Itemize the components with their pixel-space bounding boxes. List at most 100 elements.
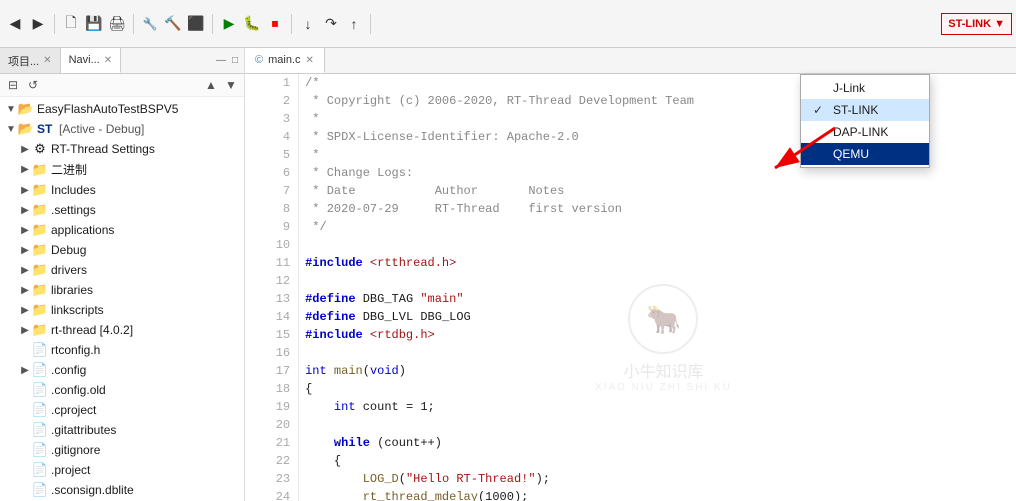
dropdown-item-jlink[interactable]: J-Link: [801, 77, 929, 99]
tree-item-applications[interactable]: ▶ 📁 applications: [0, 220, 244, 240]
line-num-17: 17: [245, 362, 299, 380]
toolbar-debug[interactable]: 🐛: [241, 13, 263, 35]
tab-navi-close[interactable]: ✕: [104, 55, 112, 66]
line-code-8: * 2020-07-29 RT-Thread first version: [299, 200, 1016, 218]
tree-item-rtthread-lib[interactable]: ▶ 📁 rt-thread [4.0.2]: [0, 320, 244, 340]
toolbar-stop[interactable]: ⏹: [264, 13, 286, 35]
line-num-19: 19: [245, 398, 299, 416]
stlink-check: ✓: [813, 103, 827, 117]
toolbar-step-in[interactable]: ↓: [297, 13, 319, 35]
tree-item-project[interactable]: ▶ 📄 .project: [0, 460, 244, 480]
tree-item-cproject[interactable]: ▶ 📄 .cproject: [0, 400, 244, 420]
tree-item-sconsign[interactable]: ▶ 📄 .sconsign.dblite: [0, 480, 244, 500]
tab-main-c-label: main.c: [268, 54, 300, 66]
panel-tab-controls: — □: [210, 48, 244, 73]
line-num-5: 5: [245, 146, 299, 164]
sep-2: [133, 14, 134, 34]
line-code-19: int count = 1;: [299, 398, 1016, 416]
toolbar-group-probe: ST-LINK ▼: [941, 13, 1012, 35]
panel-maximize[interactable]: □: [230, 54, 240, 67]
icon-includes: 📁: [32, 182, 48, 198]
line-code-12: [299, 272, 1016, 290]
tab-project[interactable]: 项目... ✕: [0, 48, 61, 73]
icon-linkscripts: 📁: [32, 302, 48, 318]
tree-item-drivers[interactable]: ▶ 📁 drivers: [0, 260, 244, 280]
tree-container[interactable]: ▼ 📂 EasyFlashAutoTestBSPV5 ▼ 📂 ST [Activ…: [0, 97, 244, 501]
tree-item-easyflash[interactable]: ▼ 📂 EasyFlashAutoTestBSPV5: [0, 99, 244, 119]
dropdown-item-stlink[interactable]: ✓ ST-LINK: [801, 99, 929, 121]
tree-scroll-down[interactable]: ▼: [222, 76, 240, 94]
tree-item-config[interactable]: ▶ 📄 .config: [0, 360, 244, 380]
tree-refresh[interactable]: ↺: [24, 76, 42, 94]
jlink-label: J-Link: [833, 81, 865, 95]
tab-main-c-close[interactable]: ✕: [306, 55, 314, 66]
tree-item-settings[interactable]: ▶ 📁 .settings: [0, 200, 244, 220]
panel-minimize[interactable]: —: [214, 54, 228, 67]
label-sconsign: .sconsign.dblite: [51, 483, 240, 497]
icon-project: 📄: [32, 462, 48, 478]
toolbar-clean[interactable]: ⬛: [185, 13, 207, 35]
label-project: .project: [51, 463, 240, 477]
tab-navi-label: Navi...: [69, 54, 100, 66]
toolbar-build[interactable]: 🔧: [139, 13, 161, 35]
tree-collapse-all[interactable]: ⊟: [4, 76, 22, 94]
tree-item-rtthread-settings[interactable]: ▶ ⚙ RT-Thread Settings: [0, 139, 244, 159]
arrow-includes: ▶: [18, 185, 32, 196]
line-num-21: 21: [245, 434, 299, 452]
dropdown-item-daplink[interactable]: DAP-LINK: [801, 121, 929, 143]
toolbar-btn-back[interactable]: ◀: [4, 13, 26, 35]
label-config: .config: [51, 363, 240, 377]
toolbar-run[interactable]: ▶: [218, 13, 240, 35]
toolbar-print[interactable]: 🖨: [106, 13, 128, 35]
tree-item-gitignore[interactable]: ▶ 📄 .gitignore: [0, 440, 244, 460]
label-linkscripts: linkscripts: [51, 303, 240, 317]
tab-project-label: 项目...: [8, 53, 39, 69]
sep-3: [212, 14, 213, 34]
tree-item-binary[interactable]: ▶ 📁 二进制: [0, 159, 244, 180]
line-11: 11 #include <rtthread.h>: [245, 254, 1016, 272]
icon-config-old: 📄: [32, 382, 48, 398]
line-code-10: [299, 236, 1016, 254]
toolbar-btn-forward[interactable]: ▶: [27, 13, 49, 35]
line-21: 21 while (count++): [245, 434, 1016, 452]
icon-easyflash: 📂: [18, 101, 34, 117]
tree-item-includes[interactable]: ▶ 📁 Includes: [0, 180, 244, 200]
line-num-23: 23: [245, 470, 299, 488]
left-panel: 项目... ✕ Navi... ✕ — □ ⊟ ↺ ▲ ▼ ▼: [0, 48, 245, 501]
toolbar-new[interactable]: 🗋: [60, 13, 82, 35]
line-19: 19 int count = 1;: [245, 398, 1016, 416]
line-15: 15 #include <rtdbg.h>: [245, 326, 1016, 344]
icon-drivers: 📁: [32, 262, 48, 278]
label-debug: Debug: [51, 243, 240, 257]
tab-main-c[interactable]: © main.c ✕: [245, 48, 325, 73]
tree-item-gitattributes[interactable]: ▶ 📄 .gitattributes: [0, 420, 244, 440]
tree-item-libraries[interactable]: ▶ 📁 libraries: [0, 280, 244, 300]
tab-project-close[interactable]: ✕: [43, 55, 51, 66]
toolbar-save[interactable]: 💾: [83, 13, 105, 35]
toolbar-probe-dropdown[interactable]: ST-LINK ▼: [941, 13, 1012, 35]
label-rtconfig: rtconfig.h: [51, 343, 240, 357]
tree-item-st[interactable]: ▼ 📂 ST [Active - Debug]: [0, 119, 244, 139]
tree-item-linkscripts[interactable]: ▶ 📁 linkscripts: [0, 300, 244, 320]
toolbar-rebuild[interactable]: 🔨: [162, 13, 184, 35]
tree-item-debug[interactable]: ▶ 📁 Debug: [0, 240, 244, 260]
line-10: 10: [245, 236, 1016, 254]
toolbar-group-debug: ▶ 🐛 ⏹: [218, 13, 286, 35]
tree-item-config-old[interactable]: ▶ 📄 .config.old: [0, 380, 244, 400]
dropdown-item-qemu[interactable]: QEMU: [801, 143, 929, 165]
tab-navi[interactable]: Navi... ✕: [61, 48, 122, 73]
tree-item-rtconfig[interactable]: ▶ 📄 rtconfig.h: [0, 340, 244, 360]
icon-debug: 📁: [32, 242, 48, 258]
line-code-18: {: [299, 380, 1016, 398]
icon-sconsign: 📄: [32, 482, 48, 498]
label-rtthread-settings: RT-Thread Settings: [51, 142, 240, 156]
icon-binary: 📁: [32, 162, 48, 178]
tree-scroll-up[interactable]: ▲: [202, 76, 220, 94]
toolbar-group-build: 🔧 🔨 ⬛: [139, 13, 207, 35]
line-num-10: 10: [245, 236, 299, 254]
toolbar-step-over[interactable]: ↷: [320, 13, 342, 35]
toolbar-step-out[interactable]: ↑: [343, 13, 365, 35]
label-config-old: .config.old: [51, 383, 240, 397]
label-applications: applications: [51, 223, 240, 237]
tree-toolbar: ⊟ ↺ ▲ ▼: [0, 74, 244, 97]
